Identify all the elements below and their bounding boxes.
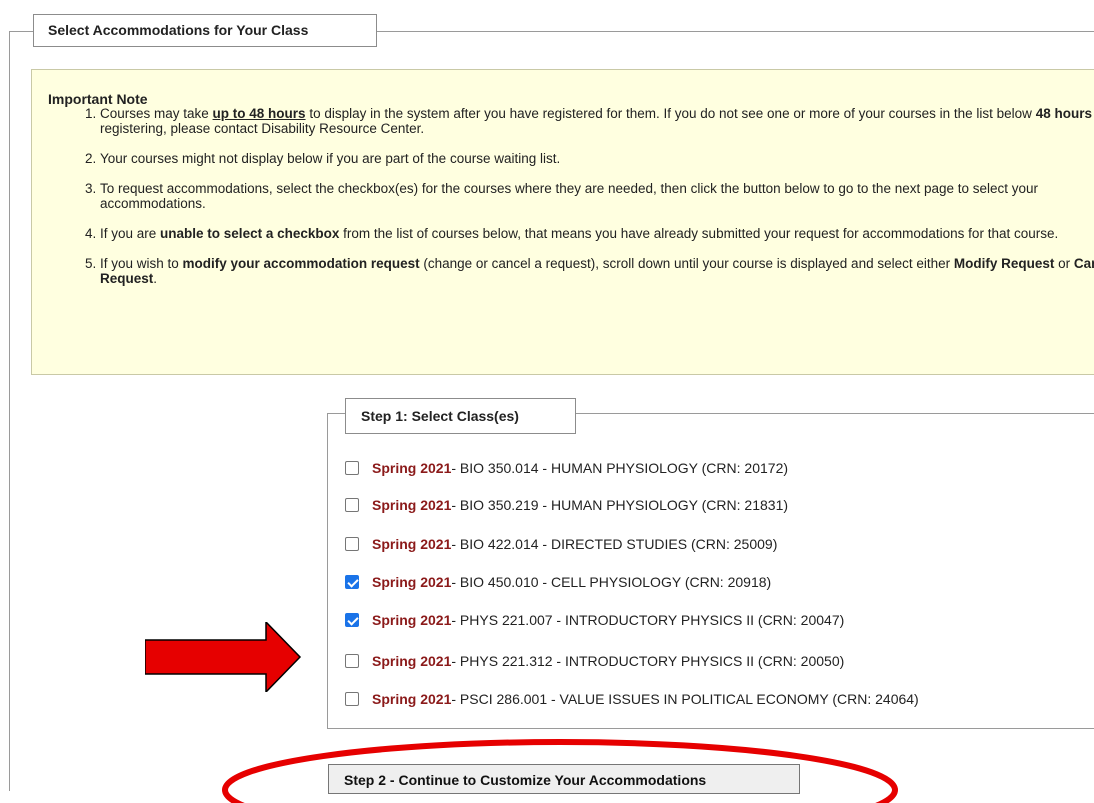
course-term: Spring 2021 bbox=[372, 574, 452, 590]
note-text: To request accommodations, select the ch… bbox=[100, 181, 1039, 211]
course-checkbox[interactable] bbox=[345, 613, 359, 627]
course-option[interactable]: Spring 2021 - BIO 450.010 - CELL PHYSIOL… bbox=[345, 572, 771, 592]
course-detail: - BIO 350.014 - HUMAN PHYSIOLOGY (CRN: 2… bbox=[451, 460, 789, 476]
section-legend: Select Accommodations for Your Class bbox=[33, 14, 377, 47]
course-checkbox[interactable] bbox=[345, 461, 359, 475]
red-ellipse-annotation bbox=[222, 739, 898, 803]
important-note-box: Important Note Courses may take up to 48… bbox=[31, 69, 1094, 375]
course-term: Spring 2021 bbox=[372, 653, 452, 669]
course-checkbox[interactable] bbox=[345, 537, 359, 551]
course-detail: - PHYS 221.312 - INTRODUCTORY PHYSICS II… bbox=[451, 653, 845, 669]
course-option[interactable]: Spring 2021 - BIO 350.014 - HUMAN PHYSIO… bbox=[345, 458, 788, 478]
course-checkbox[interactable] bbox=[345, 575, 359, 589]
course-detail: - BIO 422.014 - DIRECTED STUDIES (CRN: 2… bbox=[451, 536, 778, 552]
step1-frame-bottom bbox=[327, 728, 1094, 729]
note-emphasis: modify your accommodation request bbox=[182, 256, 420, 271]
course-checkbox[interactable] bbox=[345, 498, 359, 512]
course-detail: - PSCI 286.001 - VALUE ISSUES IN POLITIC… bbox=[451, 691, 919, 707]
course-term: Spring 2021 bbox=[372, 536, 452, 552]
note-list: Courses may take up to 48 hours to displ… bbox=[32, 106, 1094, 301]
note-emphasis: up to 48 hours bbox=[212, 106, 306, 121]
course-detail: - BIO 350.219 - HUMAN PHYSIOLOGY (CRN: 2… bbox=[451, 497, 789, 513]
course-detail: - PHYS 221.007 - INTRODUCTORY PHYSICS II… bbox=[451, 612, 845, 628]
course-option[interactable]: Spring 2021 - BIO 350.219 - HUMAN PHYSIO… bbox=[345, 495, 788, 515]
red-arrow-annotation bbox=[145, 622, 302, 692]
course-checkbox[interactable] bbox=[345, 692, 359, 706]
note-title: Important Note bbox=[48, 91, 148, 107]
note-item-2: Your courses might not display below if … bbox=[100, 151, 1094, 166]
outer-frame-left bbox=[9, 31, 10, 791]
course-term: Spring 2021 bbox=[372, 460, 452, 476]
note-emphasis: 48 hours bbox=[1035, 106, 1092, 121]
course-option[interactable]: Spring 2021 - BIO 422.014 - DIRECTED STU… bbox=[345, 534, 777, 554]
step1-legend: Step 1: Select Class(es) bbox=[345, 398, 576, 434]
note-item-3: To request accommodations, select the ch… bbox=[100, 181, 1094, 211]
note-text: from the list of courses below, that mea… bbox=[339, 226, 1059, 241]
note-text: If you are bbox=[100, 226, 161, 241]
note-text: (change or cancel a request), scroll dow… bbox=[419, 256, 954, 271]
course-checkbox[interactable] bbox=[345, 654, 359, 668]
note-text: Your courses might not display below if … bbox=[100, 151, 561, 166]
course-detail: - BIO 450.010 - CELL PHYSIOLOGY (CRN: 20… bbox=[451, 574, 772, 590]
course-option[interactable]: Spring 2021 - PSCI 286.001 - VALUE ISSUE… bbox=[345, 689, 919, 709]
course-option[interactable]: Spring 2021 - PHYS 221.007 - INTRODUCTOR… bbox=[345, 610, 844, 630]
note-text: Courses may take bbox=[100, 106, 213, 121]
course-option[interactable]: Spring 2021 - PHYS 221.312 - INTRODUCTOR… bbox=[345, 651, 844, 671]
note-text: If you wish to bbox=[100, 256, 183, 271]
course-term: Spring 2021 bbox=[372, 612, 452, 628]
note-text: or bbox=[1054, 256, 1074, 271]
note-text: . bbox=[153, 271, 158, 286]
note-text: to display in the system after you have … bbox=[305, 106, 1036, 121]
note-emphasis: unable to select a checkbox bbox=[160, 226, 340, 241]
course-term: Spring 2021 bbox=[372, 497, 452, 513]
note-item-1: Courses may take up to 48 hours to displ… bbox=[100, 106, 1094, 136]
course-term: Spring 2021 bbox=[372, 691, 452, 707]
note-item-4: If you are unable to select a checkbox f… bbox=[100, 226, 1094, 241]
note-emphasis: Modify Request bbox=[953, 256, 1055, 271]
step1-frame-left bbox=[327, 413, 328, 728]
note-item-5: If you wish to modify your accommodation… bbox=[100, 256, 1094, 286]
